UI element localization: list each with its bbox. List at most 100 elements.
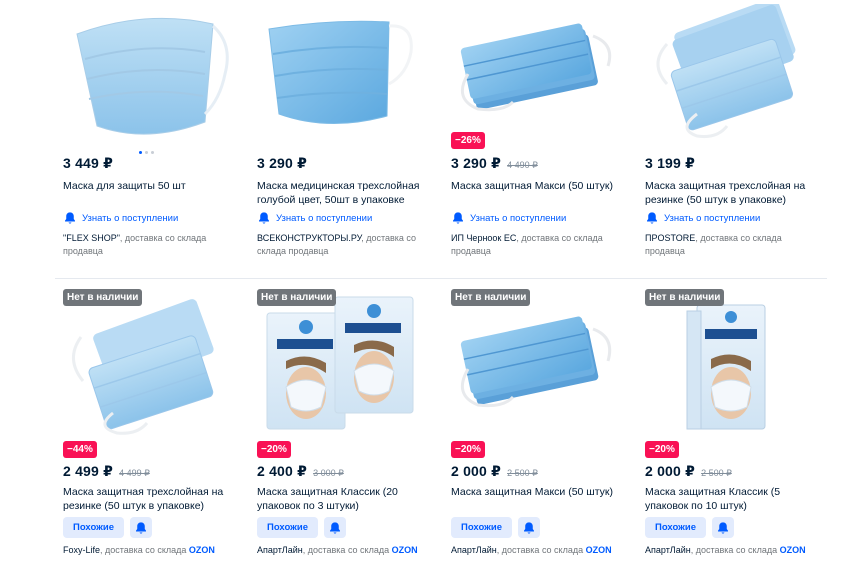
- product-title[interactable]: Маска защитная Макси (50 штук): [451, 485, 619, 499]
- bell-icon: [63, 211, 77, 225]
- subscribe-button[interactable]: [711, 517, 734, 538]
- out-of-stock-badge: Нет в наличии: [451, 289, 531, 306]
- product-title[interactable]: Маска защитная трехслойная на резинке (5…: [645, 179, 813, 207]
- seller-name[interactable]: "FLEX SHOP": [63, 233, 120, 243]
- product-image[interactable]: [55, 4, 237, 139]
- product-title[interactable]: Маска защитная Классик (5 упаковок по 10…: [645, 485, 813, 513]
- product-image[interactable]: [249, 287, 431, 437]
- price-line: 2 499 ₽ 4 499 ₽: [63, 463, 150, 480]
- price-line: 2 000 ₽ 2 500 ₽: [451, 463, 538, 480]
- bell-icon: [134, 521, 148, 535]
- old-price: 4 499 ₽: [119, 468, 150, 478]
- old-price: 2 500 ₽: [701, 468, 732, 478]
- notify-label[interactable]: Узнать о поступлении: [470, 213, 566, 224]
- out-of-stock-badge: Нет в наличии: [257, 289, 337, 306]
- bell-icon: [716, 521, 730, 535]
- price-line: 3 449 ₽: [63, 155, 113, 172]
- subscribe-button[interactable]: [129, 517, 152, 538]
- product-price: 3 290 ₽: [257, 155, 308, 171]
- product-title[interactable]: Маска защитная трехслойная на резинке (5…: [63, 485, 231, 513]
- bell-icon: [328, 521, 342, 535]
- seller-info: ИП Черноок ЕС, доставка со склада продав…: [451, 232, 623, 258]
- seller-info: АпартЛайн, доставка со склада OZON: [257, 544, 429, 557]
- old-price: 3 000 ₽: [313, 468, 344, 478]
- seller-name[interactable]: АпартЛайн: [451, 545, 497, 555]
- seller-info: АпартЛайн, доставка со склада OZON: [451, 544, 623, 557]
- subscribe-button[interactable]: [517, 517, 540, 538]
- bell-icon: [522, 521, 536, 535]
- delivery-note: , доставка со склада: [496, 545, 586, 555]
- product-price: 2 499 ₽: [63, 463, 114, 479]
- discount-badge: −20%: [451, 441, 485, 458]
- card-actions: Похожие: [451, 517, 540, 538]
- carousel-dot[interactable]: [145, 151, 148, 154]
- card-actions: Похожие: [63, 517, 152, 538]
- seller-info: "FLEX SHOP", доставка со склада продавца: [63, 232, 235, 258]
- product-price: 2 000 ₽: [451, 463, 502, 479]
- seller-name[interactable]: ВСЕКОНСТРУКТОРЫ.РУ: [257, 233, 361, 243]
- similar-button[interactable]: Похожие: [645, 517, 706, 538]
- notify-when-available-link[interactable]: Узнать о поступлении: [257, 211, 372, 225]
- delivery-note: , доставка со склада: [100, 545, 189, 555]
- image-carousel-dots[interactable]: [139, 151, 154, 154]
- price-line: 3 290 ₽ 4 490 ₽: [451, 155, 538, 172]
- notify-when-available-link[interactable]: Узнать о поступлении: [63, 211, 178, 225]
- delivery-note: , доставка со склада: [302, 545, 392, 555]
- notify-label[interactable]: Узнать о поступлении: [664, 213, 760, 224]
- bell-icon: [257, 211, 271, 225]
- product-price: 3 449 ₽: [63, 155, 114, 171]
- price-line: 3 290 ₽: [257, 155, 307, 172]
- similar-button[interactable]: Похожие: [63, 517, 124, 538]
- seller-info: ВСЕКОНСТРУКТОРЫ.РУ, доставка со склада п…: [257, 232, 429, 258]
- product-image[interactable]: [55, 287, 237, 437]
- seller-info: Foxy-Life, доставка со склада OZON: [63, 544, 235, 557]
- price-line: 3 199 ₽: [645, 155, 695, 172]
- product-title[interactable]: Маска защитная Макси (50 штук): [451, 179, 619, 193]
- product-title[interactable]: Маска защитная Классик (20 упаковок по 3…: [257, 485, 425, 513]
- notify-when-available-link[interactable]: Узнать о поступлении: [645, 211, 760, 225]
- old-price: 2 500 ₽: [507, 468, 538, 478]
- price-line: 2 400 ₽ 3 000 ₽: [257, 463, 344, 480]
- discount-badge: −20%: [257, 441, 291, 458]
- ozon-label: OZON: [188, 545, 215, 555]
- carousel-dot[interactable]: [151, 151, 154, 154]
- notify-when-available-link[interactable]: Узнать о поступлении: [451, 211, 566, 225]
- similar-button[interactable]: Похожие: [451, 517, 512, 538]
- product-image[interactable]: [637, 287, 819, 437]
- row-divider: [55, 278, 827, 279]
- discount-badge: −44%: [63, 441, 97, 458]
- product-price: 2 000 ₽: [645, 463, 696, 479]
- product-image[interactable]: [443, 287, 625, 437]
- old-price: 4 490 ₽: [507, 160, 538, 170]
- product-price: 3 290 ₽: [451, 155, 502, 171]
- seller-name[interactable]: АпартЛайн: [257, 545, 303, 555]
- product-image[interactable]: [637, 0, 819, 139]
- price-line: 2 000 ₽ 2 500 ₽: [645, 463, 732, 480]
- product-price: 3 199 ₽: [645, 155, 696, 171]
- card-actions: Похожие: [257, 517, 346, 538]
- out-of-stock-badge: Нет в наличии: [645, 289, 725, 306]
- product-image[interactable]: [443, 4, 625, 139]
- product-title[interactable]: Маска для защиты 50 шт: [63, 179, 231, 193]
- subscribe-button[interactable]: [323, 517, 346, 538]
- out-of-stock-badge: Нет в наличии: [63, 289, 143, 306]
- product-title[interactable]: Маска медицинская трехслойная голубой цв…: [257, 179, 425, 207]
- bell-icon: [645, 211, 659, 225]
- discount-badge: −20%: [645, 441, 679, 458]
- notify-label[interactable]: Узнать о поступлении: [276, 213, 372, 224]
- seller-info: ПРOSTORE, доставка со склада продавца: [645, 232, 817, 258]
- seller-name[interactable]: ИП Черноок ЕС: [451, 233, 516, 243]
- carousel-dot[interactable]: [139, 151, 142, 154]
- ozon-label: OZON: [391, 545, 418, 555]
- notify-label[interactable]: Узнать о поступлении: [82, 213, 178, 224]
- bell-icon: [451, 211, 465, 225]
- seller-info: АпартЛайн, доставка со склада OZON: [645, 544, 817, 557]
- seller-name[interactable]: ПРOSTORE: [645, 233, 695, 243]
- delivery-note: , доставка со склада: [690, 545, 780, 555]
- similar-button[interactable]: Похожие: [257, 517, 318, 538]
- product-image[interactable]: [249, 4, 431, 139]
- seller-name[interactable]: Foxy-Life: [63, 545, 100, 555]
- ozon-label: OZON: [585, 545, 612, 555]
- ozon-label: OZON: [779, 545, 806, 555]
- seller-name[interactable]: АпартЛайн: [645, 545, 691, 555]
